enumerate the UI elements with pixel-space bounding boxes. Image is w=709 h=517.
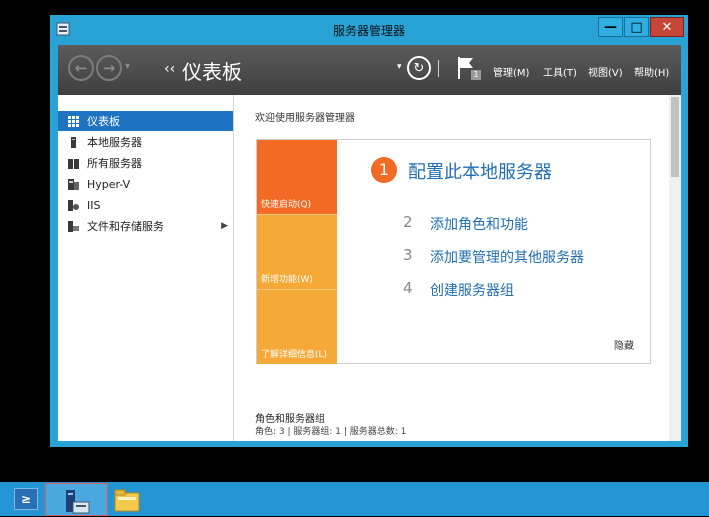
- server-manager-taskbar-icon: [66, 490, 90, 514]
- powershell-taskbar-button[interactable]: ≥: [14, 488, 38, 510]
- sidebar-item-iis[interactable]: IIS: [58, 195, 233, 215]
- maximize-icon: □: [630, 19, 643, 35]
- storage-icon: [68, 220, 79, 232]
- menu-manage[interactable]: 管理(M): [493, 64, 529, 79]
- vertical-scrollbar[interactable]: [669, 95, 681, 441]
- welcome-heading: 欢迎使用服务器管理器: [255, 113, 355, 124]
- scrollbar-thumb[interactable]: [671, 97, 679, 177]
- taskbar: ≥: [0, 482, 709, 516]
- hide-link[interactable]: 隐藏: [614, 337, 634, 352]
- sidebar-item-label: Hyper-V: [87, 177, 131, 191]
- tile-quick-start[interactable]: 快速启动(Q): [257, 140, 337, 214]
- toolbar: ← → ▾ ‹‹ 仪表板 ▾ ↻ 1 管理(M) 工具(T) 视图(V) 帮助(…: [58, 45, 681, 95]
- sidebar-item-all-servers[interactable]: 所有服务器: [58, 153, 233, 173]
- breadcrumb-title: 仪表板: [182, 60, 242, 84]
- history-dropdown-icon[interactable]: ▾: [125, 61, 130, 72]
- sidebar-item-hyper-v[interactable]: Hyper-V: [58, 174, 233, 194]
- back-button[interactable]: ←: [68, 55, 94, 81]
- server-manager-window: 服务器管理器 — □ ✕ ← → ▾ ‹‹ 仪表板 ▾ ↻ 1 管理(M) 工具…: [50, 15, 688, 447]
- iis-icon: [68, 199, 79, 211]
- toolbar-separator: [438, 60, 439, 77]
- quick-start-panel: 快速启动(Q) 新增功能(W) 了解详细信息(L) 1 配置此本地服务器 2 添…: [256, 139, 651, 364]
- maximize-button[interactable]: □: [624, 17, 649, 37]
- back-arrow-icon: ←: [74, 59, 88, 77]
- sidebar-item-label: IIS: [87, 198, 101, 212]
- menu-view[interactable]: 视图(V): [588, 64, 623, 79]
- tile-label: 新增功能(W): [261, 275, 313, 285]
- tile-label: 快速启动(Q): [261, 200, 312, 210]
- sidebar-item-local-server[interactable]: 本地服务器: [58, 132, 233, 152]
- step-number: 3: [403, 246, 413, 264]
- refresh-button[interactable]: ↻: [407, 56, 431, 80]
- file-explorer-taskbar-icon[interactable]: [113, 487, 141, 513]
- tile-learn-more[interactable]: 了解详细信息(L): [257, 289, 337, 364]
- step-number: 2: [403, 213, 413, 231]
- breadcrumb-arrow-icon: ‹‹: [164, 61, 176, 77]
- configure-local-server-link[interactable]: 配置此本地服务器: [408, 158, 552, 184]
- create-server-group-link[interactable]: 创建服务器组: [430, 280, 514, 300]
- powershell-icon: ≥: [20, 492, 32, 506]
- refresh-icon: ↻: [413, 60, 425, 76]
- hyperv-icon: [68, 178, 79, 190]
- dashboard-content: 欢迎使用服务器管理器 快速启动(Q) 新增功能(W) 了解详细信息(L) 1 配…: [234, 95, 680, 441]
- sidebar-item-label: 本地服务器: [87, 136, 142, 149]
- tile-label: 了解详细信息(L): [261, 350, 328, 360]
- notification-count-badge: 1: [471, 70, 481, 80]
- roles-section-title: 角色和服务器组: [255, 414, 325, 425]
- roles-summary: 角色: 3 | 服务器组: 1 | 服务器总数: 1: [255, 427, 407, 437]
- title-bar[interactable]: 服务器管理器 — □ ✕: [50, 15, 688, 45]
- minimize-button[interactable]: —: [598, 17, 623, 37]
- window-title: 服务器管理器: [332, 24, 405, 38]
- add-servers-link[interactable]: 添加要管理的其他服务器: [430, 247, 584, 267]
- forward-arrow-icon: →: [102, 59, 116, 77]
- servers-icon: [68, 158, 79, 169]
- server-icon: [71, 136, 76, 148]
- add-roles-features-link[interactable]: 添加角色和功能: [430, 214, 528, 234]
- close-icon: ✕: [661, 19, 673, 35]
- menu-help[interactable]: 帮助(H): [634, 64, 669, 79]
- server-manager-taskbar-button[interactable]: [45, 483, 108, 516]
- forward-button[interactable]: →: [96, 55, 122, 81]
- step-number-badge: 1: [371, 157, 397, 183]
- submenu-arrow-icon[interactable]: ▶: [221, 221, 228, 231]
- navigation-pane: 仪表板 本地服务器 所有服务器 Hyper-V IIS 文件和存储服务 ▶: [58, 95, 234, 441]
- sidebar-item-dashboard[interactable]: 仪表板: [58, 111, 233, 131]
- menu-tools[interactable]: 工具(T): [543, 64, 577, 79]
- sidebar-item-label: 所有服务器: [87, 157, 142, 170]
- close-button[interactable]: ✕: [650, 17, 684, 37]
- step-number: 4: [403, 279, 413, 297]
- sidebar-item-file-storage[interactable]: 文件和存储服务 ▶: [58, 216, 233, 236]
- sidebar-item-label: 文件和存储服务: [87, 220, 164, 233]
- tile-whats-new[interactable]: 新增功能(W): [257, 214, 337, 289]
- sidebar-item-label: 仪表板: [87, 115, 120, 128]
- breadcrumb-dropdown-icon[interactable]: ▾: [397, 62, 402, 72]
- dashboard-icon: [68, 115, 79, 127]
- minimize-icon: —: [604, 19, 617, 35]
